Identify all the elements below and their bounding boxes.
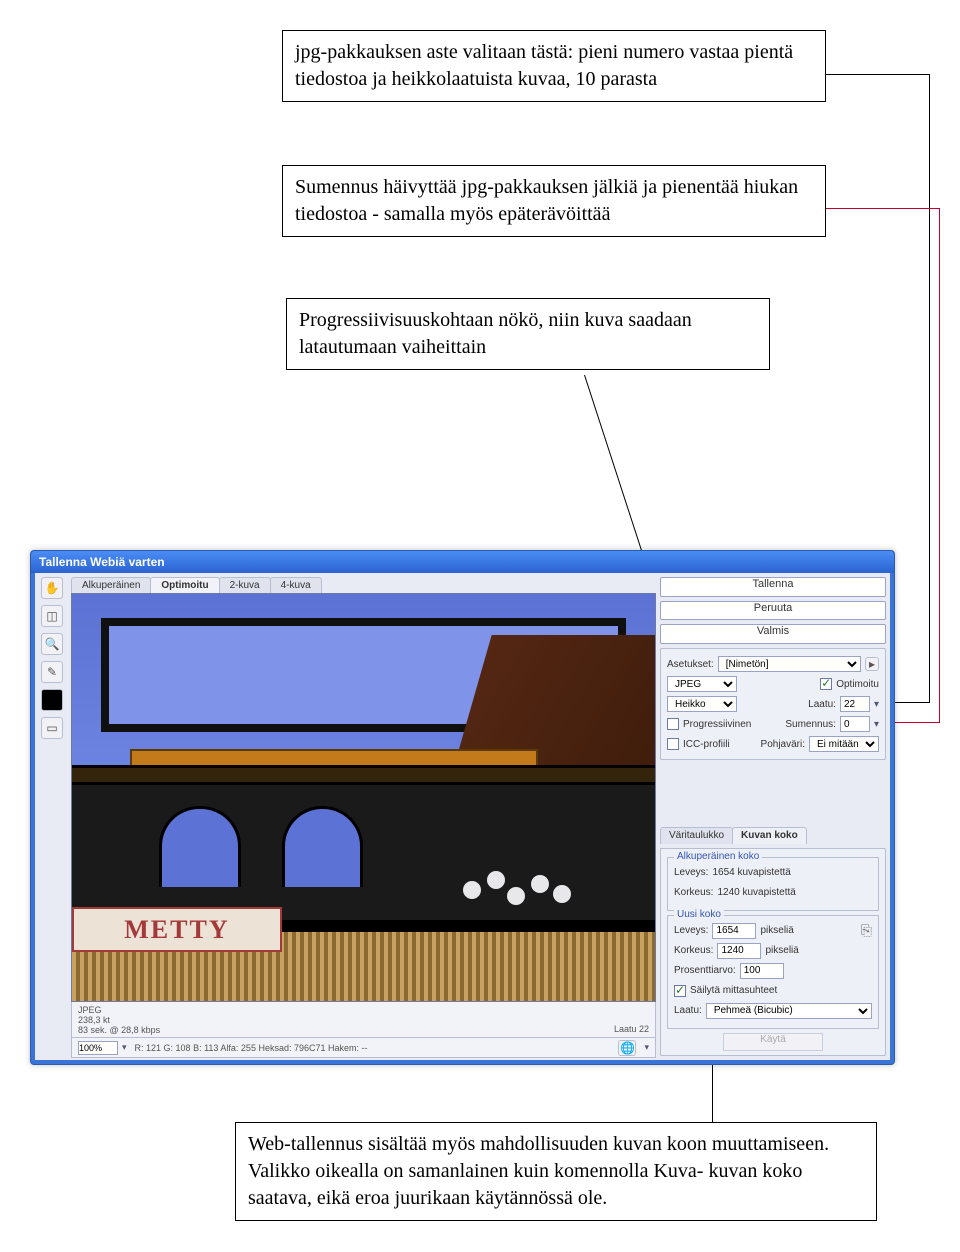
constrain-label: Säilytä mittasuhteet [690,985,777,996]
unit-label: pikseliä [765,945,798,956]
percent-input[interactable] [740,963,784,979]
format-select[interactable]: JPEG [667,676,737,692]
original-size-group: Alkuperäinen koko Leveys: 1654 kuvapiste… [667,857,879,911]
status-bar: ▾ R: 121 G: 108 B: 113 Alfa: 255 Heksad:… [71,1038,656,1058]
quality-label: Laatu: [808,699,836,710]
blur-input[interactable] [840,716,870,732]
progressive-checkbox[interactable] [667,718,679,730]
dialog-title: Tallenna Webiä varten [31,551,894,573]
status-readout: R: 121 G: 108 B: 113 Alfa: 255 Heksad: 7… [135,1043,611,1053]
apply-button[interactable]: Käytä [723,1033,823,1051]
tab-image-size[interactable]: Kuvan koko [732,827,807,844]
new-width-label: Leveys: [674,925,708,936]
tab-2up[interactable]: 2-kuva [219,577,271,593]
cancel-button[interactable]: Peruuta [660,601,886,621]
callout-line [826,74,930,75]
matte-select[interactable]: Ei mitään [809,736,879,752]
quality-input[interactable] [840,696,870,712]
slice-tool[interactable]: ◫ [41,605,63,627]
zoom-tool[interactable]: 🔍 [41,633,63,655]
new-height-label: Korkeus: [674,945,713,956]
tab-original[interactable]: Alkuperäinen [71,577,151,593]
icc-checkbox[interactable] [667,738,679,750]
save-for-web-dialog: Tallenna Webiä varten ✋ ◫ 🔍 ✎ ▭ Alkuperä… [30,550,895,1065]
info-time: 83 sek. @ 28,8 kbps [78,1025,160,1035]
group-legend: Uusi koko [674,909,724,920]
preset-label: Asetukset: [667,659,714,670]
tool-column: ✋ ◫ 🔍 ✎ ▭ [35,573,69,1060]
callout-line-red [826,208,940,209]
optimize-settings-panel: Asetukset: [Nimetön] ▸ JPEG Optimoitu He… [660,648,886,760]
chevron-down-icon[interactable]: ▾ [122,1042,127,1053]
annotation-quality: jpg-pakkauksen aste valitaan tästä: pien… [282,30,826,102]
info-size: 238,3 kt [78,1015,160,1025]
toggle-slices[interactable]: ▭ [41,717,63,739]
callout-line-red [939,208,940,722]
new-height-input[interactable] [717,943,761,959]
chevron-down-icon[interactable]: ▾ [874,719,879,730]
annotation-progressive: Progressiivisuuskohtaan nökö, niin kuva … [286,298,770,370]
chevron-down-icon[interactable]: ▾ [874,699,879,710]
preset-select[interactable]: [Nimetön] [718,656,861,672]
info-format: JPEG [78,1005,160,1015]
optimized-checkbox[interactable] [820,678,832,690]
orig-height-label: Korkeus: [674,887,713,898]
icc-label: ICC-profiili [683,739,730,750]
orig-width-value: 1654 kuvapistettä [712,867,790,878]
constrain-checkbox[interactable] [674,985,686,997]
orig-width-label: Leveys: [674,867,708,878]
progressive-label: Progressiivinen [683,719,751,730]
percent-label: Prosenttiarvo: [674,965,736,976]
link-icon[interactable]: ⎘ [861,922,872,939]
preview-tabs: Alkuperäinen Optimoitu 2-kuva 4-kuva [71,575,656,593]
save-button[interactable]: Tallenna [660,577,886,597]
new-width-input[interactable] [712,923,756,939]
info-quality: Laatu 22 [614,1024,649,1034]
optimized-label: Optimoitu [836,679,879,690]
image-preview[interactable]: METTY [71,593,656,1002]
eyedropper-tool[interactable]: ✎ [41,661,63,683]
new-size-group: Uusi koko Leveys: pikseliä ⎘ Korkeus: pi… [667,915,879,1029]
preview-browser-icon[interactable]: 🌐 [618,1040,636,1056]
done-button[interactable]: Valmis [660,624,886,644]
tab-optimized[interactable]: Optimoitu [150,577,219,593]
color-swatch[interactable] [41,689,63,711]
orig-height-value: 1240 kuvapistettä [717,887,795,898]
callout-line [929,74,930,702]
image-size-panel: Alkuperäinen koko Leveys: 1654 kuvapiste… [660,848,886,1056]
zoom-input[interactable] [78,1041,118,1055]
callout-line [584,375,647,566]
preview-info: JPEG 238,3 kt 83 sek. @ 28,8 kbps Laatu … [71,1002,656,1038]
resample-select[interactable]: Pehmeä (Bicubic) [706,1003,872,1019]
callout-line-red [888,722,940,723]
blur-label: Sumennus: [785,719,836,730]
tab-color-table[interactable]: Väritaulukko [660,827,733,844]
annotation-blur: Sumennus häivyttää jpg-pakkauksen jälkiä… [282,165,826,237]
matte-label: Pohjaväri: [761,739,805,750]
tab-4up[interactable]: 4-kuva [270,577,322,593]
preset-menu-icon[interactable]: ▸ [865,657,879,671]
hand-tool[interactable]: ✋ [41,577,63,599]
sign-text: METTY [72,907,282,952]
right-subtabs: Väritaulukko Kuvan koko [660,827,886,844]
unit-label: pikseliä [760,925,793,936]
resample-label: Laatu: [674,1005,702,1016]
group-legend: Alkuperäinen koko [674,851,762,862]
chevron-down-icon[interactable]: ▾ [644,1042,649,1053]
quality-preset-select[interactable]: Heikko [667,696,737,712]
annotation-resize: Web-tallennus sisältää myös mahdollisuud… [235,1122,877,1221]
